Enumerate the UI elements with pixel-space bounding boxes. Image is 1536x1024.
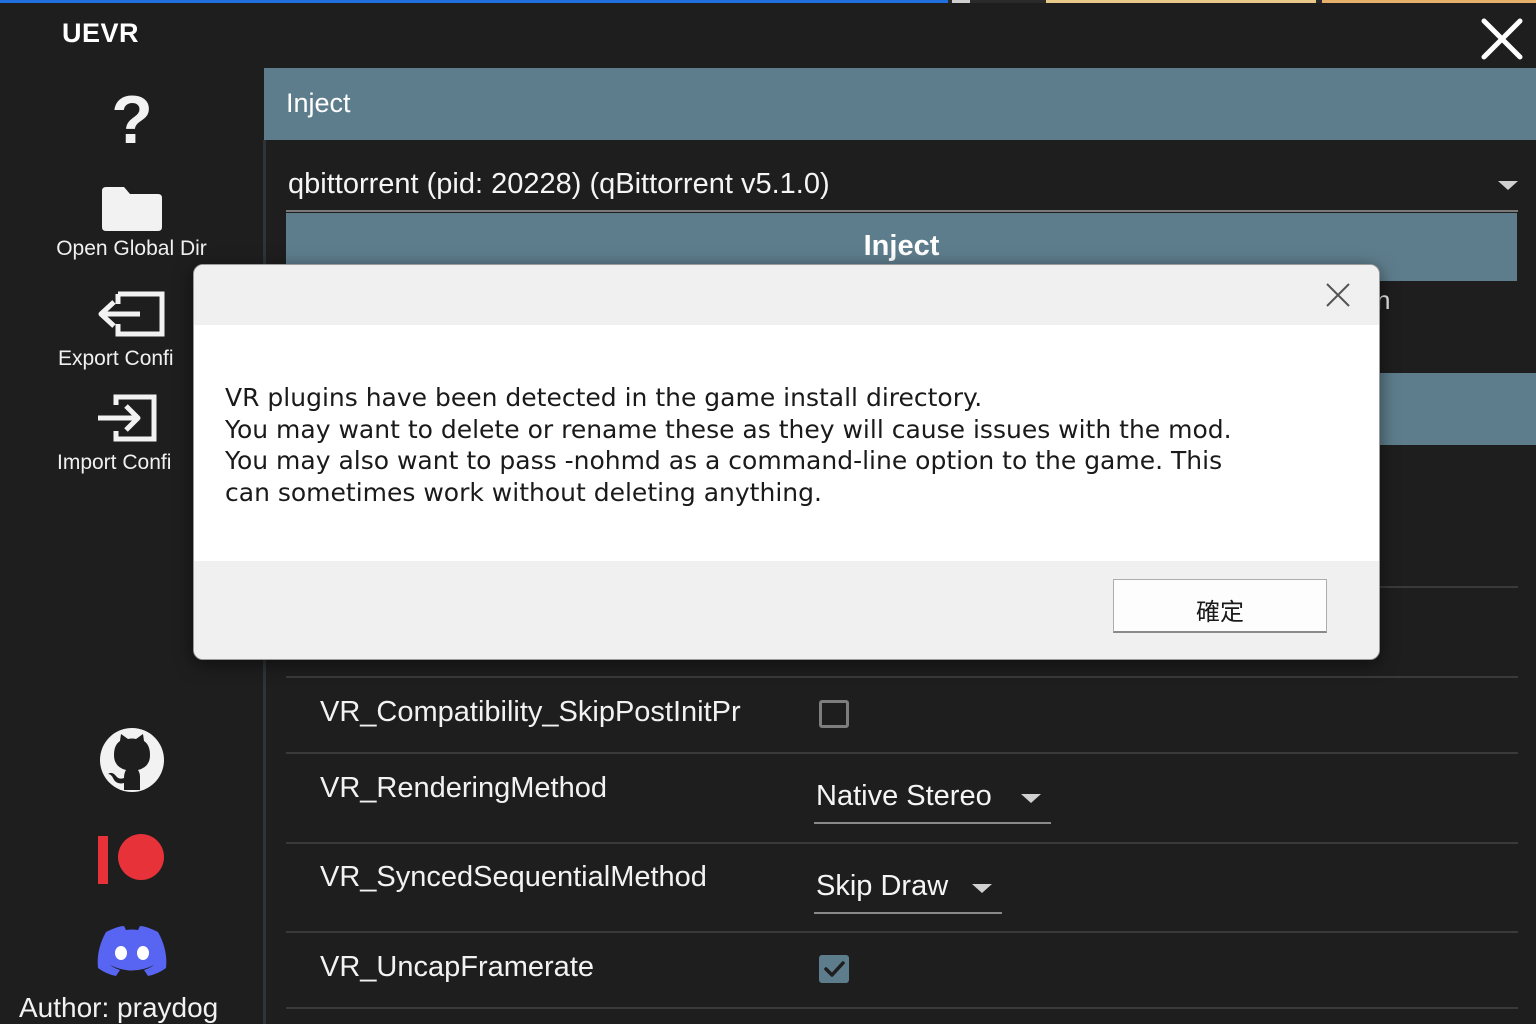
patreon-link[interactable] [96, 834, 168, 886]
help-button[interactable]: ? [100, 85, 164, 155]
dialog-message: VR plugins have been detected in the gam… [225, 382, 1335, 508]
synced-sequential-method-dropdown[interactable]: Skip Draw [814, 870, 1002, 914]
message-line: can sometimes work without deleting anyt… [225, 477, 822, 507]
row-divider [286, 842, 1518, 844]
import-icon [97, 394, 156, 442]
row-divider [286, 1007, 1518, 1009]
checkmark-icon [824, 961, 845, 977]
rendering-method-dropdown[interactable]: Native Stereo [814, 780, 1051, 824]
folder-icon [101, 187, 162, 231]
export-icon [98, 291, 164, 337]
process-selected-value: qbittorrent (pid: 20228) (qBittorrent v5… [288, 168, 830, 200]
message-line: You may want to delete or rename these a… [225, 414, 1232, 444]
patreon-icon [98, 834, 164, 884]
top-edge-segment [1046, 0, 1316, 3]
setting-label: VR_RenderingMethod [320, 772, 607, 804]
row-divider [286, 752, 1518, 754]
top-edge-segment [1322, 0, 1536, 3]
dialog-close-button[interactable] [1324, 281, 1352, 309]
obscured-section-header [1380, 373, 1536, 445]
chevron-down-icon [972, 884, 992, 893]
dialog-titlebar [194, 265, 1379, 325]
ok-button[interactable]: 確定 [1113, 579, 1327, 633]
github-link[interactable] [94, 727, 170, 793]
warning-dialog: VR plugins have been detected in the gam… [193, 264, 1380, 660]
top-edge-strip [0, 0, 1536, 3]
inject-section-header: Inject [264, 68, 1536, 140]
row-divider [286, 931, 1518, 933]
open-global-dir-button[interactable]: Open Global Dir [0, 185, 263, 261]
app-title: UEVR [62, 18, 140, 48]
row-divider [286, 676, 1518, 678]
sidebar-item-label: Open Global Dir [56, 237, 207, 260]
window-close-button[interactable] [1478, 16, 1526, 62]
setting-checkbox[interactable] [819, 700, 849, 728]
discord-link[interactable] [94, 924, 170, 976]
setting-label: VR_Compatibility_SkipPostInitPr [320, 696, 741, 728]
setting-checkbox[interactable] [819, 955, 849, 983]
sidebar-item-label: Export Confi [58, 347, 174, 370]
sidebar-item-label: Import Confi [57, 451, 172, 474]
dropdown-value: Native Stereo [816, 780, 992, 812]
ok-button-label: 確定 [1196, 598, 1244, 626]
top-edge-segment [952, 0, 970, 3]
setting-label: VR_UncapFramerate [320, 951, 594, 983]
close-icon [1481, 18, 1523, 60]
chevron-down-icon [1498, 181, 1518, 190]
close-icon [1326, 283, 1350, 307]
github-icon [100, 728, 164, 792]
section-title: Inject [286, 88, 351, 118]
discord-icon [97, 926, 167, 976]
message-line: You may also want to pass -nohmd as a co… [225, 446, 1223, 475]
chevron-down-icon [1021, 794, 1041, 803]
process-dropdown[interactable]: qbittorrent (pid: 20228) (qBittorrent v5… [286, 160, 1518, 212]
dropdown-value: Skip Draw [816, 870, 949, 902]
message-line: VR plugins have been detected in the gam… [225, 383, 983, 412]
author-credit: Author: praydog [19, 992, 219, 1023]
top-edge-accent [0, 0, 948, 3]
setting-label: VR_SyncedSequentialMethod [320, 861, 707, 893]
inject-button-label: Inject [863, 230, 940, 262]
